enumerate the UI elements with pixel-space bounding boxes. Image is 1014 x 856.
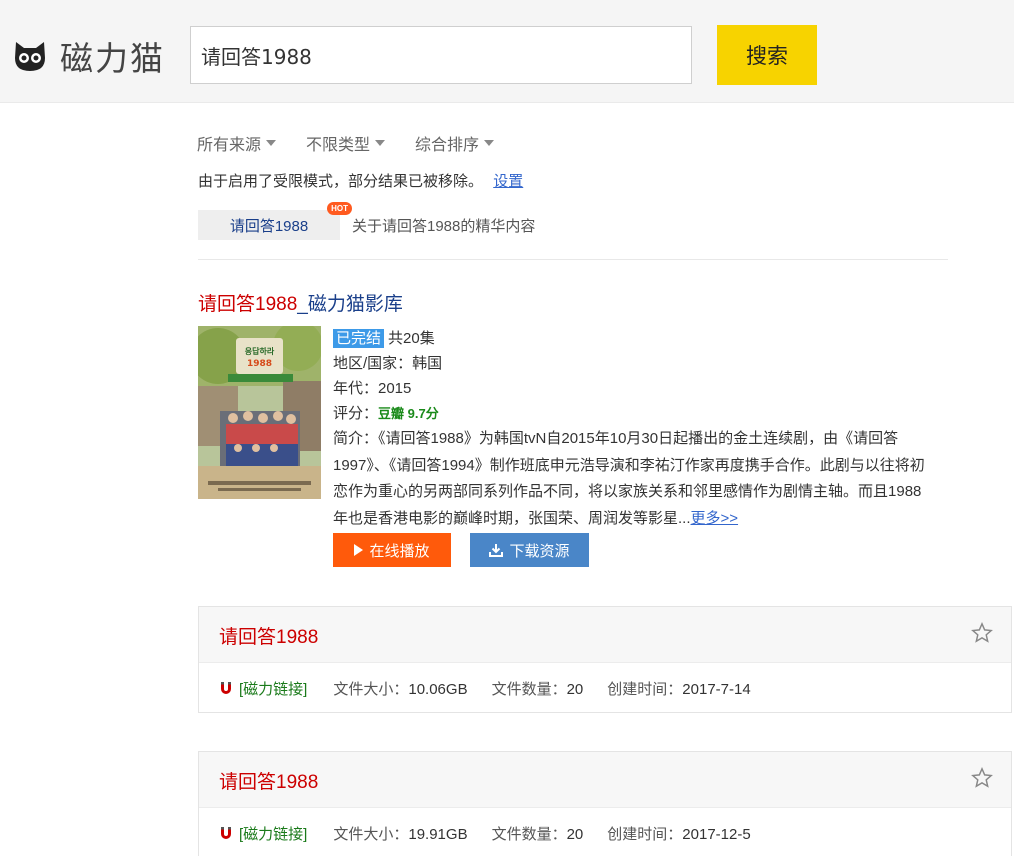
hot-badge: HOT <box>327 202 352 215</box>
svg-text:1988: 1988 <box>247 359 272 369</box>
file-count-label: 文件数量： <box>491 680 567 698</box>
file-size-value: 10.06GB <box>408 680 468 698</box>
star-icon[interactable] <box>971 767 993 789</box>
created-time: 创建时间：2017-7-14 <box>607 678 750 699</box>
filter-sort[interactable]: 综合排序 <box>415 131 495 155</box>
divider <box>198 259 948 260</box>
svg-text:응답하라: 응답하라 <box>245 346 275 356</box>
cat-logo-icon <box>15 42 45 71</box>
result-header: 请回答1988 <box>199 607 1011 663</box>
created-time-value: 2017-7-14 <box>682 680 751 698</box>
file-size-label: 文件大小： <box>333 680 409 698</box>
status-badge: 已完结 <box>333 329 385 348</box>
result-header: 请回答1988 <box>199 752 1011 808</box>
restricted-mode-notice: 由于启用了受限模式，部分结果已被移除。 设置 <box>198 170 523 191</box>
created-time-label: 创建时间： <box>607 680 683 698</box>
filter-source-label: 所有来源 <box>197 137 262 154</box>
film-title-main: 请回答1988 <box>198 294 298 315</box>
region: 地区/国家：韩国 <box>333 355 443 372</box>
created-time-value: 2017-12-5 <box>682 825 751 843</box>
logo[interactable]: 磁力猫 <box>12 32 165 80</box>
year: 年代：2015 <box>333 380 412 397</box>
filter-type-label: 不限类型 <box>306 137 371 154</box>
rating-line: 评分：豆瓣 9.7分 <box>333 401 925 426</box>
filter-bar: 所有来源 不限类型 综合排序 <box>197 131 524 155</box>
film-title-suffix: _磁力猫影库 <box>297 294 403 315</box>
magnet-icon <box>221 827 231 839</box>
summary-text: 简介：《请回答1988》为韩国tvN自2015年10月30日起播出的金土连续剧，… <box>333 430 925 527</box>
more-link[interactable]: 更多>> <box>691 510 739 527</box>
result-card: 请回答1988 [磁力链接] 文件大小：19.91GB 文件数量：20 创建时间… <box>198 751 1012 856</box>
download-button[interactable]: 下载资源 <box>470 533 589 567</box>
result-meta: [磁力链接] 文件大小：10.06GB 文件数量：20 创建时间：2017-7-… <box>199 663 1011 713</box>
magnet-link[interactable]: [磁力链接] <box>239 678 307 699</box>
file-count: 文件数量：20 <box>492 823 584 844</box>
file-size: 文件大小：10.06GB <box>333 678 467 699</box>
hot-tab-label: 请回答1988 <box>229 217 309 235</box>
play-icon <box>354 544 364 556</box>
result-card: 请回答1988 [磁力链接] 文件大小：10.06GB 文件数量：20 创建时间… <box>198 606 1012 713</box>
created-time: 创建时间：2017-12-5 <box>607 823 750 844</box>
filter-source[interactable]: 所有来源 <box>197 131 277 155</box>
result-title-link[interactable]: 请回答1988 <box>219 767 318 794</box>
summary: 简介：《请回答1988》为韩国tvN自2015年10月30日起播出的金土连续剧，… <box>333 426 925 532</box>
status-line: 已完结 共20集 <box>333 326 925 351</box>
star-icon[interactable] <box>971 622 993 644</box>
file-count: 文件数量：20 <box>492 678 584 699</box>
result-meta: [磁力链接] 文件大小：19.91GB 文件数量：20 创建时间：2017-12… <box>199 808 1011 856</box>
search-button[interactable]: 搜索 <box>717 25 817 85</box>
poster-image: 응답하라 1988 <box>198 326 321 499</box>
settings-link[interactable]: 设置 <box>493 173 523 190</box>
search-input[interactable] <box>190 26 692 84</box>
download-label: 下载资源 <box>509 542 570 560</box>
download-icon <box>489 544 504 557</box>
header: 磁力猫 搜索 <box>0 0 1014 103</box>
rating-label: 评分： <box>333 405 379 422</box>
hot-description[interactable]: 关于请回答1988的精华内容 <box>352 215 535 236</box>
filter-sort-label: 综合排序 <box>415 137 480 154</box>
magnet-link[interactable]: [磁力链接] <box>239 823 307 844</box>
file-size-value: 19.91GB <box>408 825 468 843</box>
file-count-value: 20 <box>566 825 584 843</box>
episode-count: 共20集 <box>388 330 435 347</box>
hot-tab[interactable]: 请回答1988 HOT <box>198 202 352 240</box>
file-count-label: 文件数量： <box>491 825 567 843</box>
notice-suffix: ，部分结果已被移除。 <box>333 173 484 190</box>
film-poster[interactable]: 응답하라 1988 <box>198 326 321 499</box>
created-time-label: 创建时间： <box>607 825 683 843</box>
magnet-icon <box>221 682 231 694</box>
file-count-value: 20 <box>566 680 584 698</box>
hot-row: 请回答1988 HOT 关于请回答1988的精华内容 <box>198 202 535 240</box>
caret-down-icon <box>266 140 277 146</box>
file-size: 文件大小：19.91GB <box>333 823 467 844</box>
notice-prefix: 由于启用了 <box>198 173 274 190</box>
file-size-label: 文件大小： <box>333 825 409 843</box>
film-info: 已完结 共20集 地区/国家：韩国 年代：2015 评分：豆瓣 9.7分 简介：《… <box>333 326 925 532</box>
logo-text: 磁力猫 <box>60 39 165 78</box>
play-label: 在线播放 <box>369 542 430 560</box>
caret-down-icon <box>375 140 386 146</box>
film-title-link[interactable]: 请回答1988_磁力猫影库 <box>198 289 403 316</box>
douban-score: 豆瓣 9.7分 <box>378 406 439 421</box>
filter-type[interactable]: 不限类型 <box>306 131 386 155</box>
result-title-link[interactable]: 请回答1988 <box>219 622 318 649</box>
play-online-button[interactable]: 在线播放 <box>333 533 451 567</box>
caret-down-icon <box>484 140 495 146</box>
notice-mode: 受限模式 <box>273 173 334 190</box>
